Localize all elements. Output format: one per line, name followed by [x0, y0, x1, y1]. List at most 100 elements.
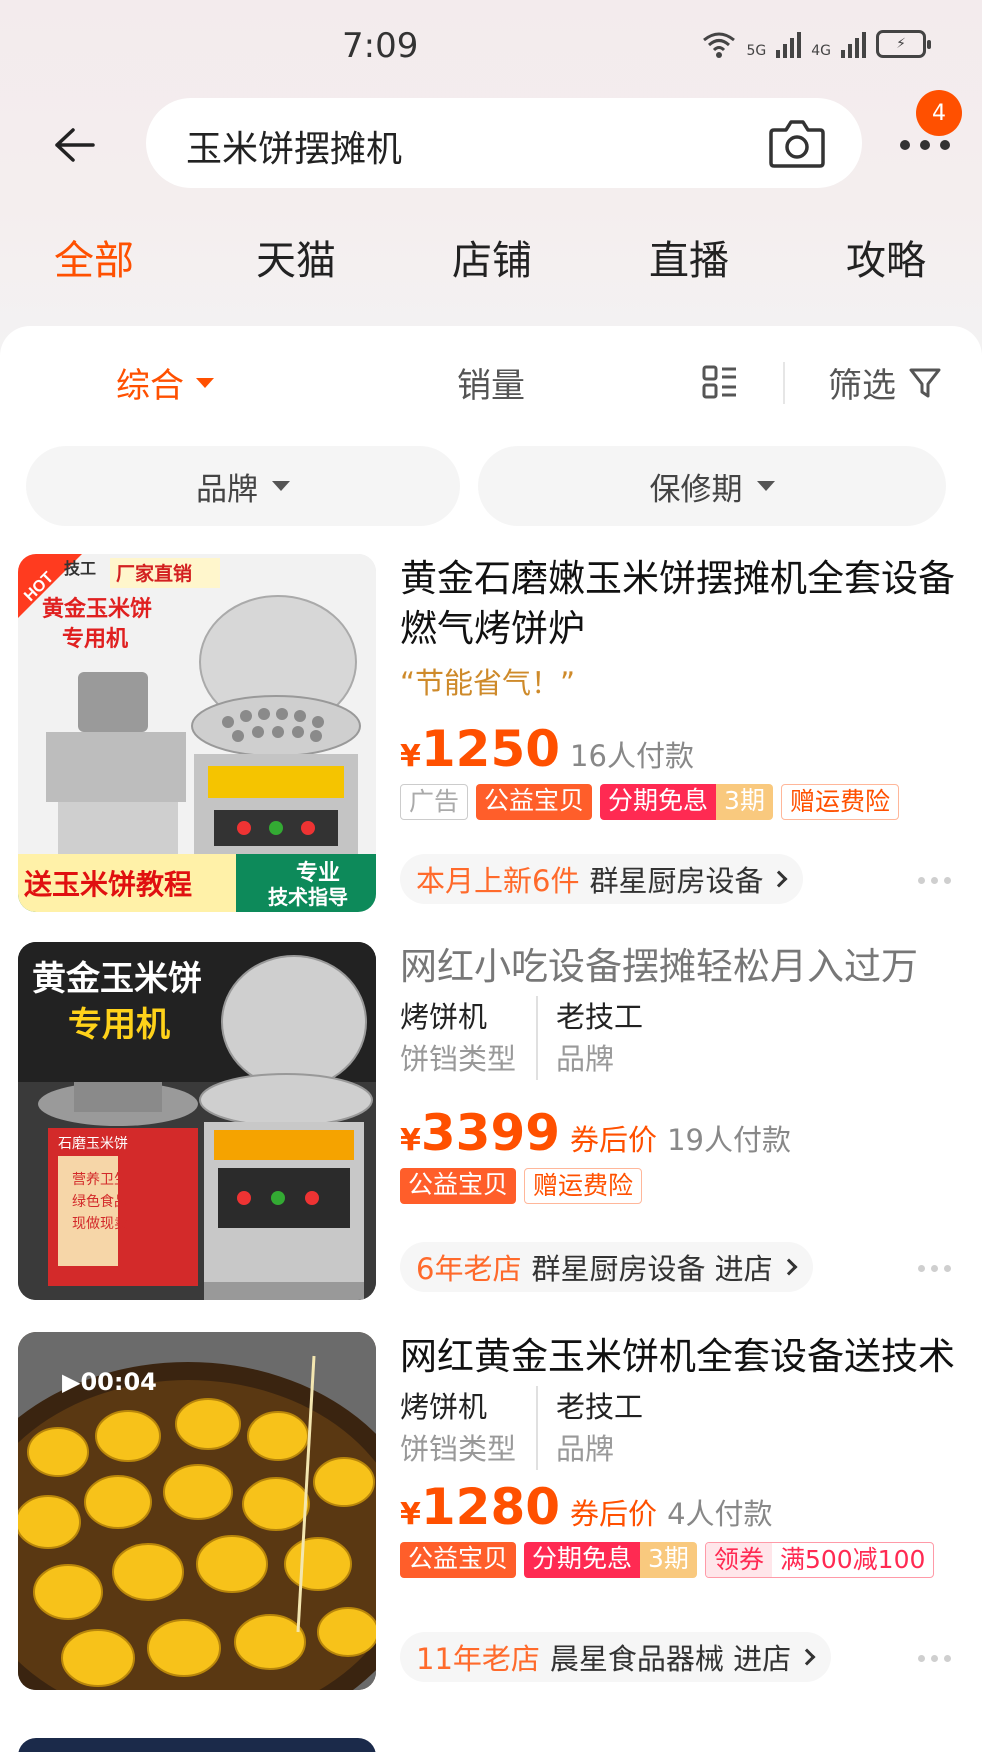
shop-highlight: 本月上新6件: [416, 864, 580, 898]
product-card[interactable]: HOT 技工 厂家直销 黄金玉米饼 专用机 送玉米饼教程 专业 技术指导 黄金石…: [0, 554, 982, 942]
status-bar: 7:09 5G 4G ⚡: [0, 0, 982, 96]
wifi-icon: [703, 32, 736, 58]
coupon-label: 领券: [705, 1543, 772, 1577]
layout-toggle-button[interactable]: [702, 364, 738, 400]
sort-sales-label: 销量: [457, 366, 525, 406]
shop-name: 晨星食品器械 进店: [549, 1642, 792, 1676]
attribute-key: 品牌: [556, 1042, 615, 1076]
cabinet-label-3: 绿色食品: [72, 1193, 128, 1210]
price-currency: ¥: [400, 1123, 421, 1158]
product-attributes: 烤饼机 饼铛类型 老技工 品牌: [400, 996, 960, 1080]
attribute-key: 品牌: [556, 1432, 615, 1466]
search-query: 玉米饼摆摊机: [186, 129, 403, 170]
product-attributes: 烤饼机 饼铛类型 老技工 品牌: [400, 1386, 960, 1470]
card-more-button[interactable]: [918, 1258, 958, 1278]
sales-count: 19人付款: [667, 1123, 791, 1157]
installment-label: 分期免息: [600, 784, 717, 820]
headline-2: 专用机: [68, 1005, 170, 1045]
product-card[interactable]: 黄金玉米饼 专用机 石磨玉米饼 营养卫生 绿色食品 现做现卖 网红小吃设备摆摊轻…: [0, 942, 982, 1330]
shop-link[interactable]: 本月上新6件 群星厨房设备: [400, 854, 804, 904]
tab-live[interactable]: 直播: [649, 228, 729, 286]
sort-comprehensive[interactable]: 综合: [116, 358, 214, 407]
filter-chip-warranty[interactable]: 保修期: [478, 446, 946, 526]
caret-down-icon: [196, 377, 214, 388]
coupon-value: 满500减100: [779, 1545, 926, 1574]
product-tags: 公益宝贝 分期免息 3期 领券 满500减100: [400, 1542, 960, 1578]
shop-link[interactable]: 11年老店 晨星食品器械 进店: [400, 1632, 832, 1682]
message-count-badge: 4: [916, 90, 962, 136]
price-currency: ¥: [400, 1497, 421, 1532]
card-more-button[interactable]: [918, 1648, 958, 1668]
coupon-tag[interactable]: 领券 满500减100: [704, 1542, 935, 1578]
filter-label: 筛选: [828, 366, 896, 406]
shipping-insurance-tag: 赠运费险: [524, 1168, 643, 1204]
product-title[interactable]: 黄金石磨嫩玉米饼摆摊机全套设备燃气烤饼炉: [400, 554, 960, 654]
status-icons: 5G 4G ⚡: [702, 30, 931, 59]
tab-all[interactable]: 全部: [54, 228, 134, 286]
attribute-value: 烤饼机: [400, 1390, 488, 1424]
price-row: ¥3399 券后价 19人付款: [400, 1104, 960, 1162]
bottom-label-1: 送玉米饼教程: [24, 868, 192, 901]
shop-link[interactable]: 6年老店 群星厨房设备 进店: [400, 1242, 813, 1292]
camera-search-button[interactable]: [768, 116, 826, 170]
price-value: 3399: [420, 1104, 561, 1162]
tab-tmall[interactable]: 天猫: [256, 228, 336, 286]
bottom-label-3: 技术指导: [268, 885, 348, 909]
shop-name: 群星厨房设备: [589, 864, 764, 898]
camera-icon: [769, 120, 825, 168]
installment-tag: 分期免息 3期: [600, 784, 773, 820]
tab-shops[interactable]: 店铺: [452, 228, 532, 286]
attribute-brand: 老技工 品牌: [536, 996, 663, 1080]
card-more-button[interactable]: [918, 870, 958, 890]
price-value: 1250: [420, 720, 561, 778]
product-video[interactable]: ▶00:04: [18, 1332, 376, 1690]
product-image[interactable]: HOT 技工 厂家直销 黄金玉米饼 专用机 送玉米饼教程 专业 技术指导: [18, 554, 376, 912]
video-duration: ▶00:04: [62, 1368, 157, 1396]
product-title[interactable]: 网红小吃设备摆摊轻松月入过万: [400, 942, 960, 992]
chevron-right-icon: [770, 870, 788, 888]
attribute-value: 老技工: [556, 1390, 644, 1424]
product-info: 网红小吃设备摆摊轻松月入过万 烤饼机 饼铛类型 老技工 品牌 ¥3399 券后价…: [400, 942, 960, 1204]
sales-count: 4人付款: [667, 1497, 773, 1531]
product-image[interactable]: 黄金玉米饼 专用机 石磨玉米饼 营养卫生 绿色食品 现做现卖: [18, 942, 376, 1300]
filter-button[interactable]: 筛选: [828, 358, 942, 407]
ad-tag: 广告: [400, 784, 469, 820]
product-title[interactable]: 网红黄金玉米饼机全套设备送技术: [400, 1332, 960, 1382]
headline-1: 黄金玉米饼: [42, 596, 152, 622]
product-info: 黄金石磨嫩玉米饼摆摊机全套设备燃气烤饼炉 “节能省气！” ¥1250 16人付款…: [400, 554, 960, 820]
product-tags: 广告 公益宝贝 分期免息 3期 赠运费险: [400, 784, 960, 820]
sort-bar: 综合 销量 筛选: [0, 326, 982, 436]
attribute-value: 老技工: [556, 1000, 644, 1034]
product-price: ¥1250: [400, 720, 560, 778]
price-row: ¥1280 券后价 4人付款: [400, 1478, 960, 1536]
price-row: ¥1250 16人付款: [400, 720, 960, 778]
after-coupon-label: 券后价: [570, 1497, 658, 1531]
back-button[interactable]: [44, 118, 104, 172]
charity-tag: 公益宝贝: [476, 784, 593, 820]
caret-down-icon: [272, 481, 290, 491]
after-coupon-label: 券后价: [570, 1123, 658, 1157]
attribute-brand: 老技工 品牌: [536, 1386, 663, 1470]
attribute-value: 烤饼机: [400, 1000, 488, 1034]
product-price: ¥1280: [400, 1478, 560, 1536]
chevron-right-icon: [798, 1648, 816, 1666]
charity-tag: 公益宝贝: [400, 1542, 517, 1578]
bottom-label-2: 专业: [296, 860, 340, 886]
sales-count: 16人付款: [570, 739, 694, 773]
more-dots-icon: [900, 140, 950, 150]
product-price: ¥3399: [400, 1104, 560, 1162]
product-2-illustration: 黄金玉米饼 专用机 石磨玉米饼 营养卫生 绿色食品 现做现卖: [18, 942, 376, 1300]
shop-highlight: 6年老店: [416, 1252, 522, 1286]
filter-chip-brand[interactable]: 品牌: [26, 446, 460, 526]
installment-periods: 3期: [716, 784, 773, 820]
tab-guides[interactable]: 攻略: [846, 228, 926, 286]
search-input[interactable]: 玉米饼摆摊机: [146, 98, 862, 188]
shop-highlight: 11年老店: [416, 1642, 540, 1676]
shop-name: 群星厨房设备 进店: [531, 1252, 773, 1286]
installment-label: 分期免息: [524, 1542, 641, 1578]
sort-sales[interactable]: 销量: [457, 358, 525, 407]
price-value: 1280: [420, 1478, 561, 1536]
next-product-image[interactable]: [18, 1738, 376, 1752]
product-card[interactable]: ▶00:04 网红黄金玉米饼机全套设备送技术 烤饼机 饼铛类型 老技工 品牌 ¥…: [0, 1332, 982, 1720]
network-5g-label: 5G: [746, 43, 767, 59]
